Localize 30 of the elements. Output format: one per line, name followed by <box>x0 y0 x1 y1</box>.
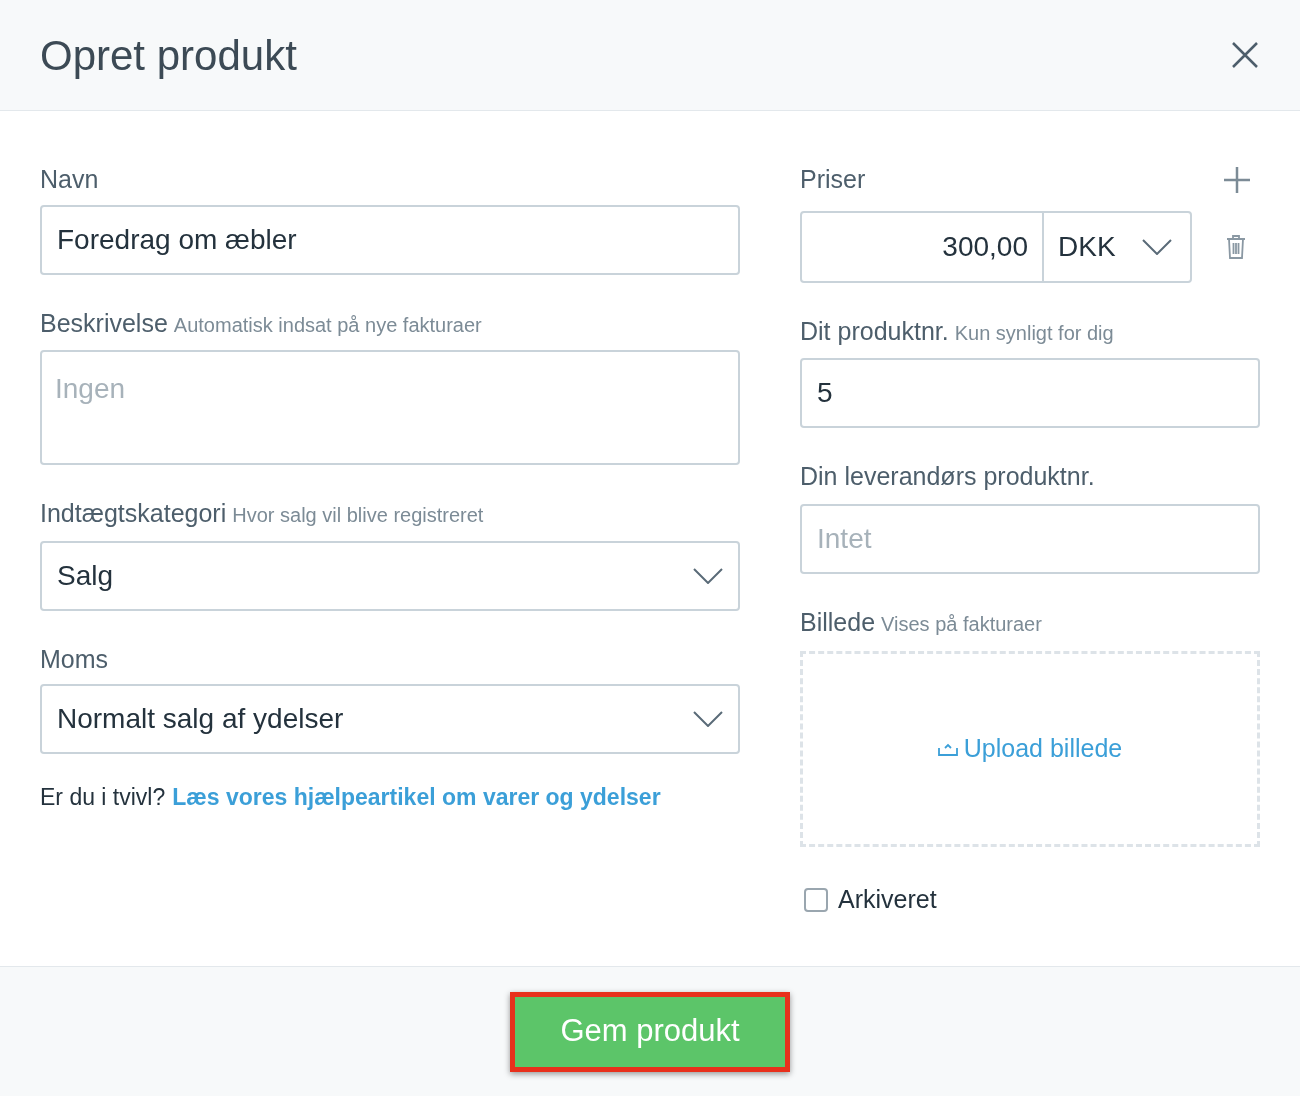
field-hint: Vises på fakturaer <box>881 611 1042 637</box>
chevron-down-icon <box>1142 238 1172 255</box>
supplier-number-field[interactable]: Intet <box>800 503 1260 574</box>
upload-icon <box>937 742 958 756</box>
chevron-down-icon <box>693 567 723 584</box>
field-hint: Automatisk indsat på nye fakturaer <box>173 312 482 338</box>
plus-icon[interactable] <box>1224 166 1250 193</box>
field-label: Moms <box>40 643 109 675</box>
checkbox-label: Arkiveret <box>838 884 937 915</box>
field-hint: Kun synligt for dig <box>954 320 1114 346</box>
field-label: Navn <box>40 164 99 195</box>
dialog-title: Opret produkt <box>40 30 297 81</box>
select-field[interactable]: Normalt salg af ydelser <box>40 684 740 754</box>
product-number-field[interactable]: 5 <box>800 358 1260 428</box>
field-label: Billede <box>800 606 876 638</box>
field-label: Priser <box>800 164 866 195</box>
field-label: Dit produktnr. <box>800 315 949 347</box>
chevron-down-icon <box>693 711 723 727</box>
field-hint: Hvor salg vil blive registreret <box>232 503 484 528</box>
price-field[interactable]: 300,00 DKK <box>800 210 1192 283</box>
help-text: Er du i tvivl? <box>40 783 166 812</box>
close-icon[interactable] <box>1232 42 1258 68</box>
description-field[interactable]: Ingen <box>40 350 740 465</box>
field-label: Beskrivelse <box>40 307 168 339</box>
trash-icon[interactable] <box>1226 234 1246 259</box>
select-field[interactable]: Salg <box>40 540 740 611</box>
name-field[interactable]: Foredrag om æbler <box>40 204 740 275</box>
field-label: Indtægtskategori <box>40 498 227 529</box>
field-label: Din leverandørs produktnr. <box>800 461 1095 492</box>
archived-checkbox[interactable] <box>804 887 828 912</box>
